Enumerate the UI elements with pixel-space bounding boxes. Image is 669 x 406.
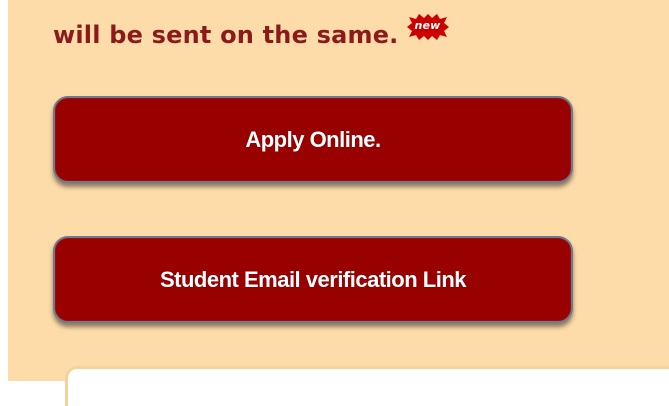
email-verification-button[interactable]: Student Email verification Link bbox=[53, 236, 573, 323]
new-badge-label: new bbox=[414, 19, 441, 32]
apply-online-label: Apply Online. bbox=[245, 126, 381, 152]
notice-text: will be sent on the same. new bbox=[53, 14, 451, 51]
new-badge-icon: new bbox=[405, 14, 451, 40]
bottom-content-box bbox=[65, 366, 669, 406]
email-verification-label: Student Email verification Link bbox=[159, 266, 467, 292]
notice-label: will be sent on the same. bbox=[53, 21, 399, 49]
apply-online-button[interactable]: Apply Online. bbox=[53, 96, 573, 183]
content-panel: will be sent on the same. new Apply Onlin… bbox=[8, 0, 669, 406]
